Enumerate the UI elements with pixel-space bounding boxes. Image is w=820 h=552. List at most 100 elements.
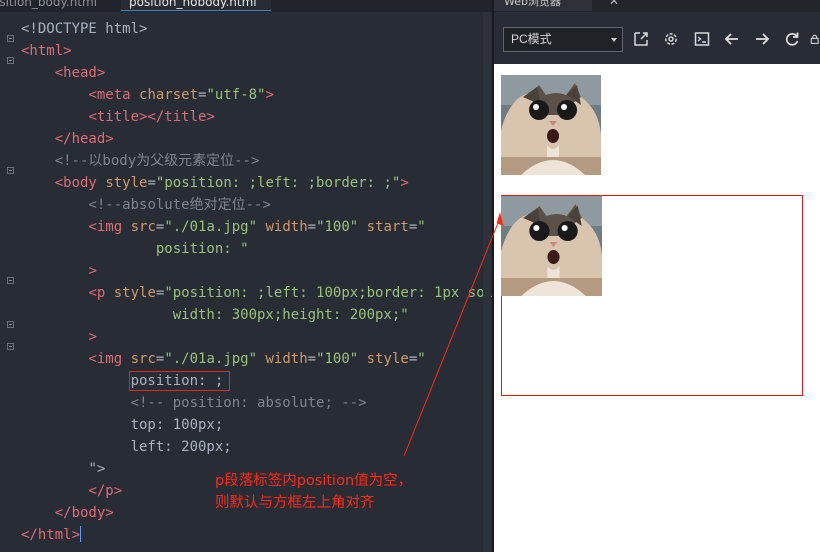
code-token: width	[265, 351, 308, 367]
code-token: <img	[88, 219, 123, 235]
code-token: "utf-8"	[206, 87, 266, 103]
code-line[interactable]: <head>	[21, 62, 492, 84]
code-token: "	[417, 219, 426, 235]
tab-web-browser[interactable]: Web浏览器	[494, 0, 592, 11]
code-line[interactable]: </head>	[21, 128, 492, 150]
text-cursor	[80, 526, 82, 542]
browser-viewport	[494, 64, 820, 552]
code-token: charset	[139, 87, 199, 103]
popout-icon[interactable]	[632, 30, 650, 48]
tab-position-body[interactable]: osition_body.html	[0, 0, 121, 11]
code-line[interactable]: <!--absolute绝对定位-->	[21, 194, 492, 216]
code-token: "./01a.jpg"	[164, 219, 258, 235]
fold-toggle-icon[interactable]	[7, 35, 14, 42]
forward-arrow-icon[interactable]	[753, 30, 771, 48]
code-line[interactable]: <!-- position: absolute; -->	[21, 392, 492, 414]
code-line[interactable]: <img src="./01a.jpg" width="100" style="	[21, 348, 492, 370]
code-line[interactable]: width: 300px;height: 200px;"	[21, 304, 492, 326]
fold-toggle-icon[interactable]	[7, 321, 14, 328]
annotation-text: p段落标签内position值为空， 则默认与方框左上角对齐	[215, 470, 455, 514]
code-line[interactable]: >	[21, 260, 492, 282]
code-token: <html>	[21, 43, 72, 59]
web-browser-panel: Web浏览器 ✕ PC模式	[494, 0, 820, 552]
code-token: "position: ;left: 100px;border: 1px soli…	[164, 285, 492, 301]
code-token: =	[408, 219, 418, 235]
code-line[interactable]: <p style="position: ;left: 100px;border:…	[21, 282, 492, 304]
code-token: >	[265, 87, 274, 103]
editor-gutter	[0, 12, 16, 552]
terminal-icon[interactable]	[693, 30, 711, 48]
code-token: </html>	[21, 527, 81, 543]
code-line[interactable]: position: "	[21, 238, 492, 260]
browser-tab-bar: Web浏览器 ✕	[494, 0, 820, 12]
code-token: =	[408, 351, 418, 367]
gear-icon[interactable]	[662, 30, 680, 48]
close-icon[interactable]: ✕	[609, 0, 619, 8]
code-token: style	[105, 175, 148, 191]
back-arrow-icon[interactable]	[723, 30, 741, 48]
code-token: width: 300px;height: 200px;"	[172, 307, 409, 323]
editor-scrollbar[interactable]	[483, 12, 491, 552]
browser-toolbar: PC模式	[494, 12, 820, 64]
fold-toggle-icon[interactable]	[7, 167, 14, 174]
code-token: <!-- position: absolute; -->	[130, 395, 367, 411]
code-line[interactable]: <img src="./01a.jpg" width="100" start="	[21, 216, 492, 238]
code-token: width	[265, 219, 308, 235]
code-token: =	[307, 219, 317, 235]
code-token: style	[113, 285, 156, 301]
code-line[interactable]: <!DOCTYPE html>	[21, 18, 492, 40]
code-token: <!--absolute绝对定位-->	[88, 197, 271, 213]
code-line[interactable]: <body style="position: ;left: ;border: ;…	[21, 172, 492, 194]
code-token: "100"	[316, 351, 359, 367]
code-content[interactable]: <!DOCTYPE html> <html> <head> <meta chars…	[21, 18, 492, 546]
code-line[interactable]: >	[21, 326, 492, 348]
tab-position-nobody[interactable]: position_nobody.html	[121, 0, 271, 11]
code-token: left: 200px;	[130, 439, 232, 455]
code-token: <meta	[88, 87, 131, 103]
code-token: <body	[54, 175, 97, 191]
refresh-icon[interactable]	[783, 30, 801, 48]
code-token: <!--以body为父级元素定位-->	[54, 153, 260, 169]
code-token: =	[307, 351, 317, 367]
code-line[interactable]: top: 100px;	[21, 414, 492, 436]
code-line[interactable]: <!--以body为父级元素定位-->	[21, 150, 492, 172]
code-token: style	[366, 351, 409, 367]
code-token: =	[147, 175, 156, 191]
code-line[interactable]: <title></title>	[21, 106, 492, 128]
fold-toggle-icon[interactable]	[7, 57, 14, 64]
code-token: src	[130, 351, 156, 367]
code-line[interactable]: <html>	[21, 40, 492, 62]
code-token: </body>	[54, 505, 114, 521]
code-token: <p	[88, 285, 106, 301]
code-token: <title></title>	[88, 109, 215, 125]
lock-icon[interactable]	[810, 30, 820, 48]
code-line[interactable]: position: ;	[21, 370, 492, 392]
code-line[interactable]: </html>	[21, 524, 492, 546]
code-token: <img	[88, 351, 123, 367]
code-line[interactable]: <meta charset="utf-8">	[21, 84, 492, 106]
code-line[interactable]: left: 200px;	[21, 436, 492, 458]
mode-select[interactable]: PC模式	[503, 27, 623, 52]
annotation-line-2: 则默认与方框左上角对齐	[215, 495, 375, 511]
fold-toggle-icon[interactable]	[7, 277, 14, 284]
fold-toggle-icon[interactable]	[7, 343, 14, 350]
